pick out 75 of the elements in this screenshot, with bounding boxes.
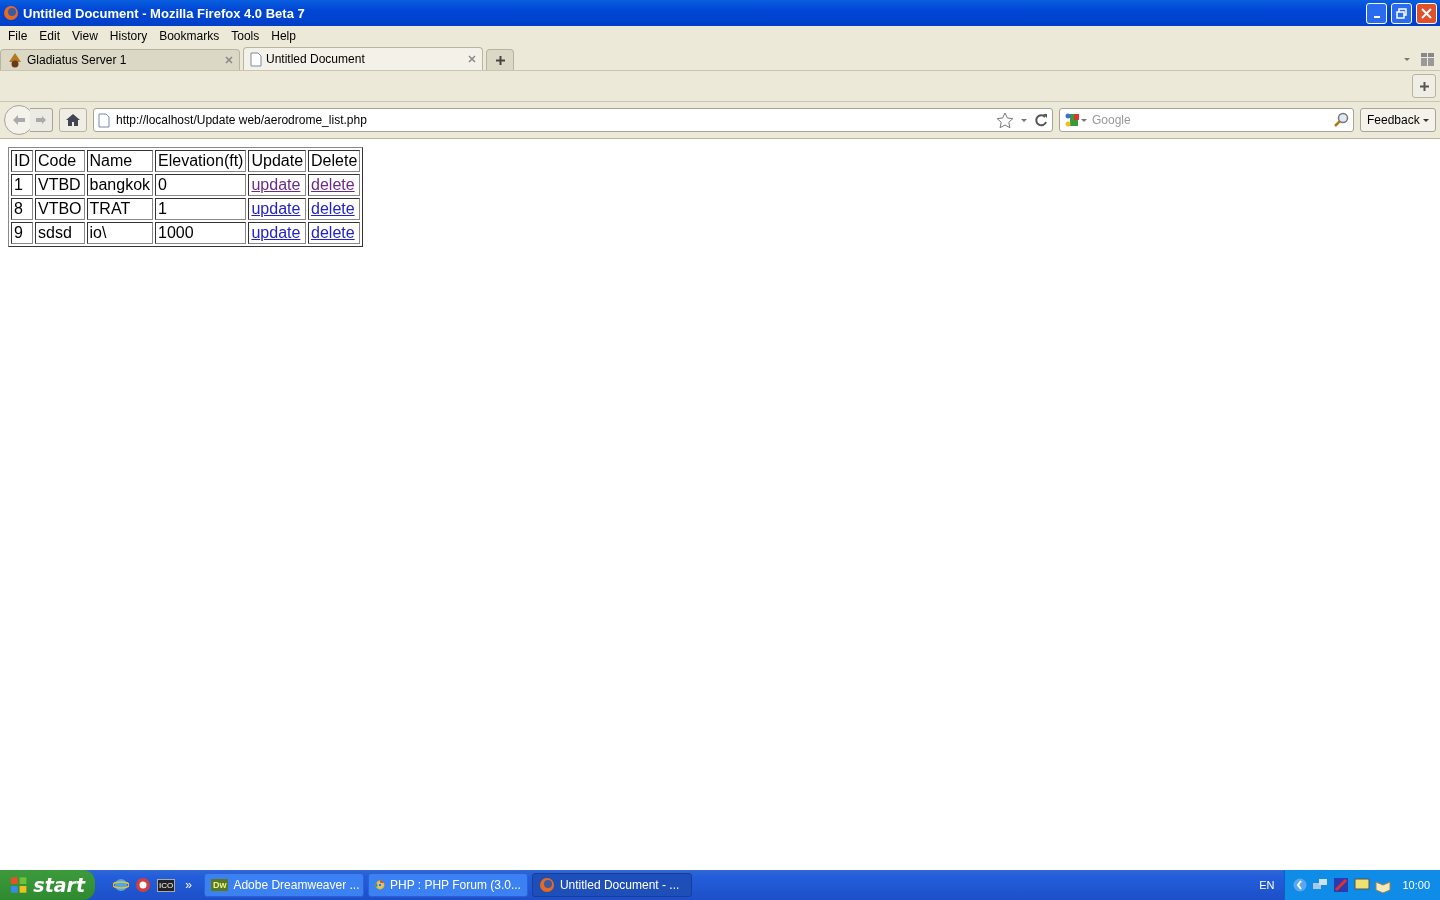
column-header: Code xyxy=(35,150,85,172)
column-header: Name xyxy=(86,150,154,172)
menu-item[interactable]: History xyxy=(103,29,154,43)
browser-tab[interactable]: Untitled Document xyxy=(243,47,483,70)
menu-item[interactable]: Bookmarks xyxy=(153,29,226,43)
restore-button[interactable] xyxy=(1391,2,1412,24)
plus-icon xyxy=(1418,80,1430,92)
helmet-icon xyxy=(7,52,23,68)
start-button[interactable]: start xyxy=(0,870,95,900)
menu-item[interactable]: Help xyxy=(265,29,302,43)
table-cell: 1 xyxy=(11,174,33,196)
close-button[interactable] xyxy=(1416,2,1437,24)
close-icon[interactable] xyxy=(225,56,233,64)
browser-tab[interactable]: Gladiatus Server 1 xyxy=(0,49,240,70)
app-icon[interactable] xyxy=(1333,877,1350,893)
taskbar-button[interactable]: PHP : PHP Forum (3.0... xyxy=(367,873,528,897)
menu-item[interactable]: File xyxy=(2,29,34,43)
tab-groups-icon[interactable] xyxy=(1421,53,1434,66)
globe-icon[interactable] xyxy=(113,877,129,893)
feedback-button[interactable]: Feedback xyxy=(1359,108,1436,132)
language-indicator[interactable]: EN xyxy=(1259,879,1275,891)
table-cell: 1000 xyxy=(155,222,247,244)
ico-icon[interactable]: ICO xyxy=(157,878,176,892)
minimize-icon xyxy=(1373,15,1380,18)
column-header: Update xyxy=(248,150,307,172)
taskbar-button[interactable]: Untitled Document - ... xyxy=(531,873,692,897)
windows-logo-icon xyxy=(10,876,28,894)
forward-arrow-icon xyxy=(35,115,47,125)
table-cell: TRAT xyxy=(86,198,154,220)
page-icon xyxy=(98,112,110,128)
column-header: Delete xyxy=(308,150,361,172)
forward-button[interactable] xyxy=(30,108,53,132)
google-icon[interactable] xyxy=(1063,112,1088,128)
search-field[interactable]: Google xyxy=(1058,108,1354,132)
new-tab-button[interactable] xyxy=(486,49,514,70)
menu-item[interactable]: Edit xyxy=(33,29,67,43)
add-button[interactable] xyxy=(1412,74,1436,98)
table-cell: 8 xyxy=(11,198,33,220)
caret-icon xyxy=(1423,118,1429,124)
dw-icon: Dw xyxy=(210,879,229,891)
restore-icon xyxy=(1396,7,1407,19)
table-cell: io\ xyxy=(86,222,154,244)
more-icon[interactable]: » xyxy=(185,878,192,892)
menu-item[interactable]: Tools xyxy=(225,29,266,43)
page-icon xyxy=(250,51,262,67)
firefox-icon xyxy=(538,877,555,893)
window-title: Untitled Document - Mozilla Firefox 4.0 Beta 7 xyxy=(23,5,306,21)
table-cell: 9 xyxy=(11,222,33,244)
back-arrow-icon xyxy=(12,114,26,126)
star-icon[interactable] xyxy=(995,111,1014,129)
column-header: Elevation(ft) xyxy=(155,150,247,172)
monitor-icon[interactable] xyxy=(1354,877,1371,893)
dropdown-icon[interactable] xyxy=(1019,116,1028,124)
taskbar-button[interactable]: Dw Adobe Dreamweaver ... xyxy=(203,873,364,897)
search-icon[interactable] xyxy=(1332,112,1349,128)
ring-icon[interactable] xyxy=(135,877,151,893)
table-cell: VTBD xyxy=(35,174,85,196)
column-header: ID xyxy=(11,150,33,172)
table-cell: sdsd xyxy=(35,222,85,244)
chevron-icon[interactable] xyxy=(1293,878,1308,892)
address-bar[interactable]: http://localhost/Update web/aerodrome_list.php xyxy=(93,108,1053,132)
close-icon xyxy=(1421,7,1432,19)
table-cell: 0 xyxy=(155,174,247,196)
menu-item[interactable]: View xyxy=(66,29,104,43)
table-cell: VTBO xyxy=(35,198,85,220)
table-cell: bangkok xyxy=(86,174,154,196)
table-cell: 1 xyxy=(155,198,247,220)
firefox-icon xyxy=(3,5,19,21)
clock: 10:00 xyxy=(1402,879,1430,891)
minimize-button[interactable] xyxy=(1366,2,1387,24)
close-icon[interactable] xyxy=(468,55,476,63)
home-icon xyxy=(65,113,81,127)
home-button[interactable] xyxy=(59,108,87,132)
reload-icon[interactable] xyxy=(1033,113,1048,127)
plus-icon xyxy=(494,54,506,66)
